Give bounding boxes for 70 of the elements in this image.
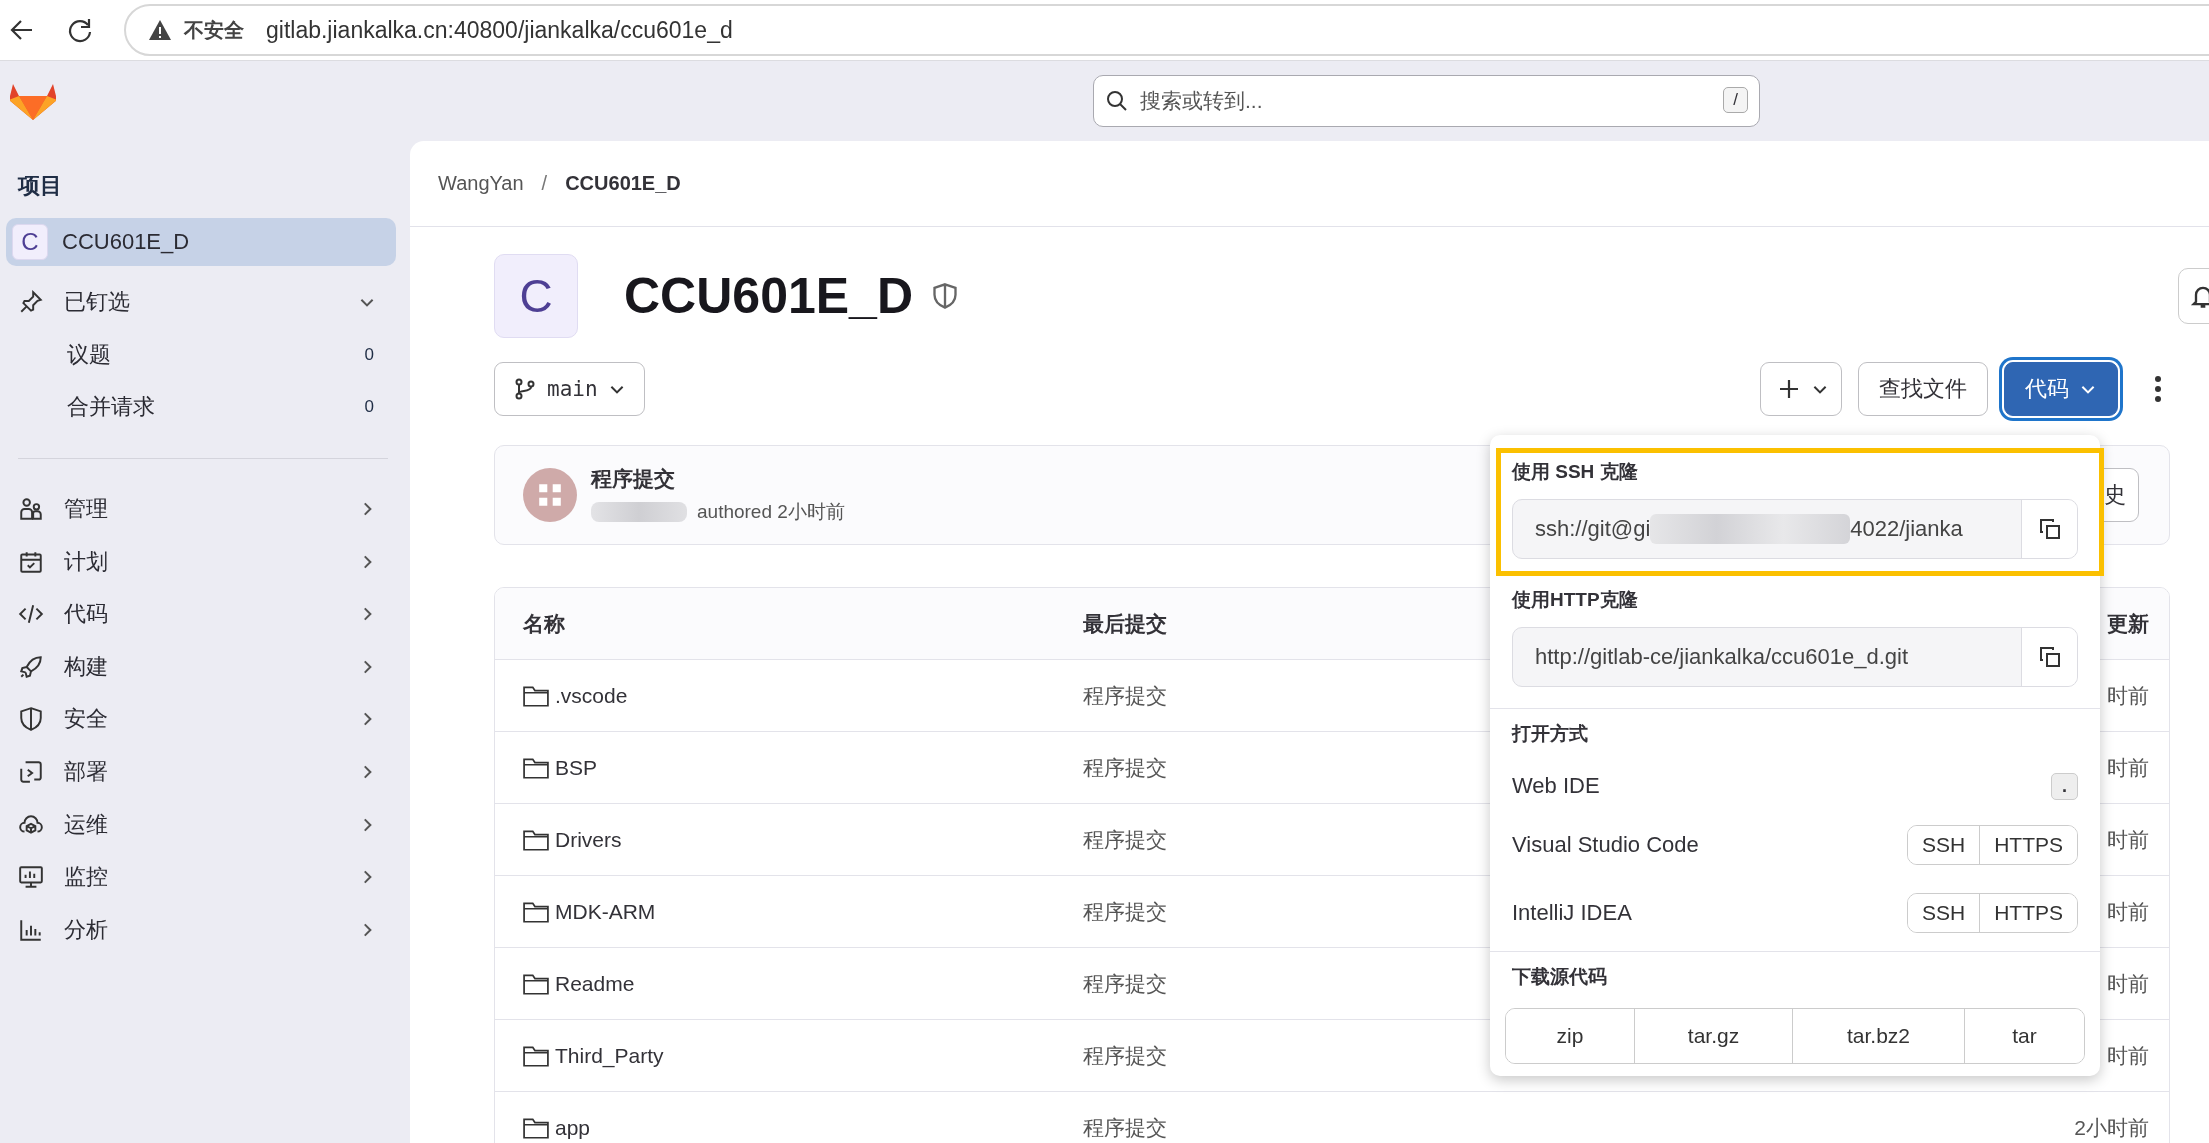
open-protocol-button[interactable]: HTTPS xyxy=(1979,894,2077,932)
section-heading: 下载源代码 xyxy=(1512,965,1608,989)
commit-message[interactable]: 程序提交 xyxy=(1083,1041,1167,1070)
item-count: 0 xyxy=(364,397,374,418)
commit-title[interactable]: 程序提交 xyxy=(591,465,845,493)
open-protocol-button[interactable]: HTTPS xyxy=(1979,826,2077,864)
clone-url-field[interactable]: ssh://git@gi 4022/jianka xyxy=(1512,499,2078,559)
folder-link[interactable]: Drivers xyxy=(555,827,622,852)
clone-url-field[interactable]: http://gitlab-ce/jiankalka/ccu601e_d.git xyxy=(1512,627,2078,687)
sidebar-item[interactable]: 分析 xyxy=(6,903,396,957)
editor-name: Visual Studio Code xyxy=(1512,832,1699,858)
update-time: 时前 xyxy=(2107,898,2150,925)
url-text: http://gitlab-ce/jiankalka/ccu601e_d.git xyxy=(1535,644,1908,670)
update-time: 2小时前 xyxy=(2074,1114,2150,1141)
breadcrumb-link[interactable]: WangYan xyxy=(438,172,524,195)
download-format-button[interactable]: tar xyxy=(1964,1009,2084,1063)
project-title: CCU601E_D xyxy=(624,267,913,325)
pinned-item[interactable]: 合并请求 0 xyxy=(6,381,396,434)
update-time: 时前 xyxy=(2107,826,2150,853)
editor-name: IntelliJ IDEA xyxy=(1512,900,1632,926)
project-item[interactable]: C CCU601E_D xyxy=(6,218,396,266)
update-time: 时前 xyxy=(2107,1042,2150,1069)
sidebar-item[interactable]: 构建 xyxy=(6,640,396,694)
editor-name: Web IDE xyxy=(1512,773,1600,799)
section-heading: 打开方式 xyxy=(1512,722,1589,746)
sidebar-heading: 项目 xyxy=(16,172,63,200)
folder-link[interactable]: MDK-ARM xyxy=(555,899,656,924)
folder-link[interactable]: app xyxy=(555,1115,591,1140)
update-time: 时前 xyxy=(2107,970,2150,997)
pinned-section-toggle[interactable]: 已钉选 xyxy=(6,276,396,329)
folder-link[interactable]: BSP xyxy=(555,755,598,780)
update-time: 时前 xyxy=(2107,682,2150,709)
column-header: 更新 xyxy=(2107,610,2150,637)
sidebar-item[interactable]: 计划 xyxy=(6,535,396,588)
branch-selector[interactable]: main xyxy=(494,362,645,416)
item-count: 0 xyxy=(364,344,374,365)
sidebar-item[interactable]: 管理 xyxy=(6,482,396,536)
sidebar-item[interactable]: 代码 xyxy=(6,587,396,641)
update-time: 时前 xyxy=(2107,754,2150,781)
sidebar-item[interactable]: 监控 xyxy=(6,850,396,904)
breadcrumb-separator: / xyxy=(541,172,548,195)
url-text: ssh://git@gi xyxy=(1535,516,1651,542)
column-header: 名称 xyxy=(522,610,566,637)
sidebar-item[interactable]: 运维 xyxy=(6,798,396,851)
commit-message[interactable]: 程序提交 xyxy=(1083,969,1167,998)
section-heading: 使用HTTP克隆 xyxy=(1512,588,1639,612)
pinned-item[interactable]: 议题 0 xyxy=(6,328,396,382)
commit-message[interactable]: 程序提交 xyxy=(1083,753,1167,782)
shortcut-key: / xyxy=(1723,87,1748,113)
project-avatar: C xyxy=(494,254,578,338)
sidebar-item[interactable]: 安全 xyxy=(6,693,396,746)
commit-message[interactable]: 程序提交 xyxy=(1083,897,1167,926)
folder-link[interactable]: Readme xyxy=(555,971,635,996)
column-header: 最后提交 xyxy=(1083,610,1167,637)
address-bar[interactable]: 不安全 gitlab.jiankalka.cn:40800/jiankalka/ccu601e_d xyxy=(124,4,2209,56)
find-file-button[interactable]: 查找文件 xyxy=(1858,362,1988,416)
commit-meta: authored 2小时前 xyxy=(697,500,845,524)
project-avatar: C xyxy=(12,224,48,260)
folder-link[interactable]: .vscode xyxy=(555,683,628,708)
sidebar-item[interactable]: 部署 xyxy=(6,745,396,799)
commit-message[interactable]: 程序提交 xyxy=(1083,825,1167,854)
url-text: 4022/jianka xyxy=(1850,516,1963,542)
commit-message[interactable]: 程序提交 xyxy=(1083,1113,1167,1142)
url-text: gitlab.jiankalka.cn:40800/jiankalka/ccu601e_d xyxy=(266,16,733,44)
security-label: 不安全 xyxy=(184,17,244,43)
folder-link[interactable]: Third_Party xyxy=(555,1043,664,1068)
breadcrumb-link[interactable]: CCU601E_D xyxy=(565,172,681,195)
commit-message[interactable]: 程序提交 xyxy=(1083,681,1167,710)
section-heading: 使用 SSH 克隆 xyxy=(1512,460,1639,484)
shortcut-key: . xyxy=(2051,772,2078,800)
